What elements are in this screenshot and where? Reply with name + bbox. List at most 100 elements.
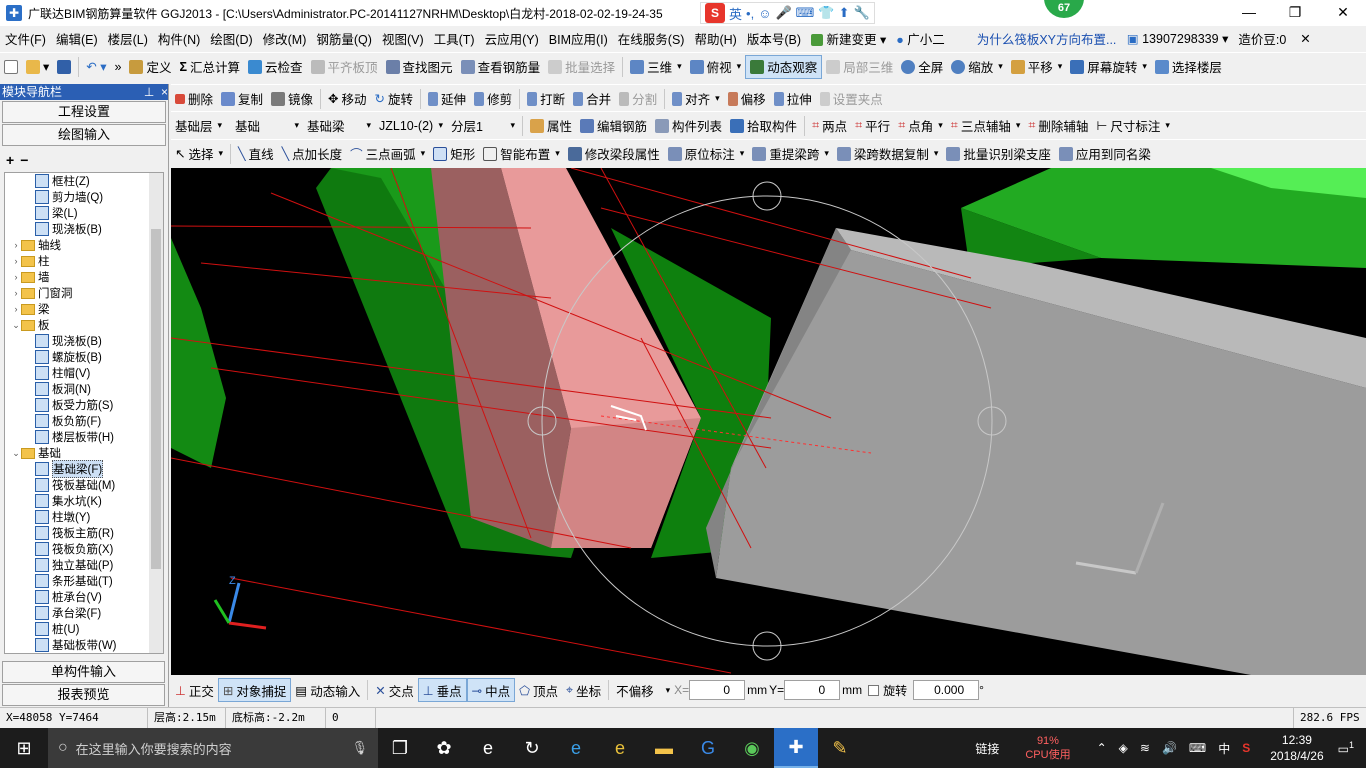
tree-folder[interactable]: › 柱 <box>5 253 163 269</box>
stretch-button[interactable]: 拉伸 <box>770 87 816 111</box>
calc-button[interactable]: Σ 汇总计算 <box>175 55 244 79</box>
define-button[interactable]: 定义 <box>125 55 175 79</box>
task-view-icon[interactable]: ❐ <box>378 728 422 768</box>
tree-item[interactable]: 基础梁(F) <box>5 460 163 478</box>
new-icon[interactable] <box>0 55 22 79</box>
select-button[interactable]: ↖ 选择 ▾ <box>171 142 227 166</box>
edge-icon[interactable]: e <box>466 728 510 768</box>
skin-icon[interactable]: 👕 <box>818 5 834 21</box>
minimize-button[interactable]: — <box>1226 0 1272 26</box>
menu-rebar[interactable]: 钢筋量(Q) <box>311 29 377 48</box>
menu-close-icon[interactable]: ✕ <box>1295 31 1315 46</box>
tree-item[interactable]: 柱帽(V) <box>5 365 163 381</box>
new-change-button[interactable]: 新建变更 ▾ <box>806 29 891 48</box>
assistant-button[interactable]: ● 广小二 <box>891 29 950 48</box>
tray-up-icon[interactable]: ⌃ <box>1097 741 1107 755</box>
expand-toggle-icon[interactable]: ⌄ <box>11 448 21 459</box>
tree-item[interactable]: 螺旋板(B) <box>5 349 163 365</box>
element-select[interactable]: JZL10-(2) ▾ <box>375 114 447 138</box>
merge-button[interactable]: 合并 <box>569 87 615 111</box>
set-grip-button[interactable]: 设置夹点 <box>816 87 887 111</box>
line-button[interactable]: ╲ 直线 <box>234 142 278 166</box>
three-point-arc-button[interactable]: ⌒ 三点画弧 ▾ <box>346 142 429 166</box>
volume-icon[interactable]: 🔊 <box>1162 741 1177 755</box>
glodon-app-icon[interactable]: ✚ <box>774 728 818 768</box>
tree-item[interactable]: 柱墩(Y) <box>5 509 163 525</box>
3d-viewport[interactable]: Z <box>171 168 1366 675</box>
tree-item[interactable]: 桩(U) <box>5 621 163 637</box>
question-link[interactable]: 为什么筏板XY方向布置... <box>972 29 1122 48</box>
menu-view[interactable]: 视图(V) <box>377 29 429 48</box>
dimension-button[interactable]: ⊢ 尺寸标注 ▾ <box>1092 114 1173 138</box>
tree-item[interactable]: 筏板主筋(R) <box>5 525 163 541</box>
menu-tools[interactable]: 工具(T) <box>429 29 480 48</box>
dynamic-input-button[interactable]: ▤ 动态输入 <box>291 678 364 702</box>
expand-toggle-icon[interactable]: › <box>11 272 21 282</box>
expand-toggle-icon[interactable]: ⌄ <box>11 320 21 331</box>
tree-item[interactable]: 条形基础(T) <box>5 573 163 589</box>
tree-item[interactable]: 板洞(N) <box>5 381 163 397</box>
keyboard-icon[interactable]: ⌨ <box>796 5 815 21</box>
delete-button[interactable]: 删除 <box>171 87 217 111</box>
collapse-all-icon[interactable]: − <box>20 152 28 168</box>
file-explorer-icon[interactable]: ▬ <box>642 728 686 768</box>
score-badge[interactable]: 67 <box>1044 0 1084 18</box>
find-element-button[interactable]: 查找图元 <box>382 55 457 79</box>
rotate-checkbox[interactable] <box>868 684 880 696</box>
tree-item[interactable]: 桩承台(V) <box>5 589 163 605</box>
menu-version[interactable]: 版本号(B) <box>742 29 806 48</box>
flush-slab-button[interactable]: 平齐板顶 <box>307 55 382 79</box>
ortho-button[interactable]: ⊥ 正交 <box>171 678 218 702</box>
properties-button[interactable]: 属性 <box>526 114 576 138</box>
trim-button[interactable]: 修剪 <box>470 87 516 111</box>
tree-folder[interactable]: ⌄ 基础 <box>5 445 163 461</box>
menu-cloud[interactable]: 云应用(Y) <box>480 29 544 48</box>
menu-online[interactable]: 在线服务(S) <box>613 29 690 48</box>
taskbar-search[interactable]: ○ 在这里输入你要搜索的内容 🎙 <box>48 728 378 768</box>
tree-item[interactable]: 承台梁(F) <box>5 605 163 621</box>
coord-snap-button[interactable]: ⌖ 坐标 <box>562 678 605 702</box>
wrench-icon[interactable]: 🔧 <box>854 5 870 21</box>
tree-item[interactable]: 剪力墙(Q) <box>5 189 163 205</box>
object-snap-button[interactable]: ⊞ 对象捕捉 <box>217 678 292 702</box>
tree-item[interactable]: 筏板基础(M) <box>5 477 163 493</box>
more-icon[interactable]: » <box>111 55 126 79</box>
copy-button[interactable]: 复制 <box>217 87 267 111</box>
split-button[interactable]: 分割 <box>615 87 661 111</box>
dynamic-observe-button[interactable]: 动态观察 <box>745 54 823 79</box>
edit-rebar-button[interactable]: 编辑钢筋 <box>576 114 651 138</box>
arrow-up-icon[interactable]: ⬆ <box>839 5 850 21</box>
tree-scrollbar[interactable] <box>149 173 163 653</box>
expand-toggle-icon[interactable]: › <box>11 288 21 298</box>
expand-toggle-icon[interactable]: › <box>11 240 21 250</box>
top-view-button[interactable]: 俯视 ▾ <box>686 55 746 79</box>
re-extract-span-button[interactable]: 重提梁跨 ▾ <box>748 142 833 166</box>
category-select[interactable]: 基础 ▾ <box>231 114 303 138</box>
align-button[interactable]: 对齐 ▾ <box>668 87 724 111</box>
angle-input[interactable]: 0.000 <box>913 680 980 700</box>
y-input[interactable]: 0 <box>784 680 841 700</box>
vertex-snap-button[interactable]: ⬠ 顶点 <box>515 678 562 702</box>
extend-button[interactable]: 延伸 <box>424 87 470 111</box>
mic-icon[interactable]: 🎙 <box>351 740 368 756</box>
pick-component-button[interactable]: 拾取构件 <box>726 114 801 138</box>
project-settings-button[interactable]: 工程设置 <box>2 101 166 123</box>
tree-item[interactable]: 现浇板(B) <box>5 333 163 349</box>
tray-app-icon[interactable]: ◈ <box>1119 741 1128 755</box>
clock[interactable]: 12:39 2018/4/26 <box>1270 732 1323 764</box>
tree-item[interactable]: 板受力筋(S) <box>5 397 163 413</box>
tree-item[interactable]: 现浇板(B) <box>5 221 163 237</box>
tree-item[interactable]: 楼层板带(H) <box>5 429 163 445</box>
green-app-icon[interactable]: ◉ <box>730 728 774 768</box>
perpendicular-snap-button[interactable]: ⊥ 垂点 <box>417 678 467 702</box>
emoji-icon[interactable]: ☺ <box>758 6 771 21</box>
pin-icon[interactable]: ⊥ <box>144 85 154 99</box>
tree-item[interactable]: 筏板负筋(X) <box>5 541 163 557</box>
refresh-app-icon[interactable]: ↻ <box>510 728 554 768</box>
menu-component[interactable]: 构件(N) <box>153 29 205 48</box>
x-input[interactable]: 0 <box>689 680 746 700</box>
apply-same-beam-button[interactable]: 应用到同名梁 <box>1055 142 1155 166</box>
tree-folder[interactable]: › 梁 <box>5 301 163 317</box>
ie-icon[interactable]: e <box>554 728 598 768</box>
midpoint-snap-button[interactable]: ⊸ 中点 <box>466 678 516 702</box>
